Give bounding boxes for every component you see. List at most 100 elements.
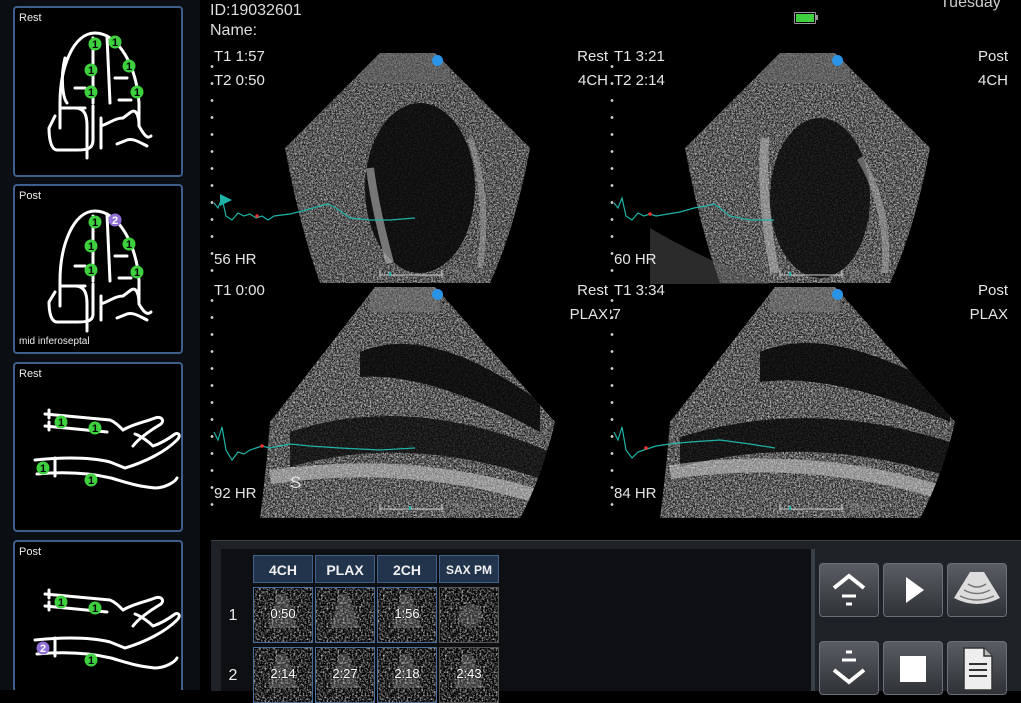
play-icon — [906, 577, 924, 603]
score-card-post-4ch[interactable]: Post mid inferoseptal 1 2 1 1 1 1 — [13, 184, 183, 354]
t2-time: T2 0:50 — [214, 72, 265, 89]
echo-image-4ch — [613, 53, 930, 284]
row-number: 2 — [228, 667, 238, 684]
clip-time: 0:50 — [270, 606, 296, 621]
echo-image-plax — [213, 287, 555, 518]
depth-scale — [610, 58, 614, 278]
down-icon — [832, 650, 866, 685]
heart-rate: 84 HR — [614, 485, 657, 502]
battery-icon — [794, 12, 818, 24]
thumbnail-clip[interactable]: 2:18 — [377, 647, 437, 703]
segment-score: 1 — [134, 87, 140, 99]
segment-score: 1 — [126, 61, 132, 73]
clip-time: 2:43 — [456, 666, 482, 681]
thumbnail-clip[interactable]: 2:14 — [253, 647, 313, 703]
segment-score: 2 — [40, 643, 46, 655]
frame-counter: 7/31 — [450, 267, 476, 282]
stage-label: Post — [977, 282, 1008, 299]
heart-rate: 56 HR — [214, 251, 257, 268]
sidebar: Rest 1 1 1 1 1 1 Post mid inferoseptal 1… — [0, 0, 200, 690]
segment-score: 1 — [88, 655, 94, 667]
thumbnail-clip[interactable] — [315, 587, 375, 643]
clip-time: 2:18 — [394, 666, 420, 681]
echo-quad-post-plax[interactable]: T1 3:34 T2 2:27 Post PLAX 84 HR 5/24 — [610, 282, 1010, 518]
t1-time: T1 0:00 — [214, 282, 265, 299]
view-label: 4CH — [577, 72, 608, 89]
previous-stage-button[interactable] — [819, 563, 879, 617]
echo-quad-rest-plax[interactable]: T1 0:00 Rest PLAX 92 HR S 7/29 — [210, 282, 610, 518]
segment-score: 1 — [40, 463, 46, 475]
segment-score: 2 — [112, 215, 118, 227]
tab-plax[interactable]: PLAX — [315, 555, 375, 583]
frame-counter: 7/29 — [450, 501, 476, 516]
t1-time: T1 1:57 — [214, 48, 265, 65]
segment-score: 1 — [126, 239, 132, 251]
segment-score: 1 — [92, 603, 98, 615]
row-number: 1 — [228, 607, 238, 624]
segment-score: 1 — [88, 87, 94, 99]
clip-time: 2:27 — [332, 666, 358, 681]
segment-score: 1 — [58, 597, 64, 609]
echo-quad-post-4ch[interactable]: T1 3:21 T2 2:14 Post 4CH 60 HR 6/25 — [610, 48, 1010, 284]
bottom-panel: 4CH PLAX 2CH SAX PM 1 2 0:50 1:56 2:14 2… — [211, 540, 1021, 703]
echo-image-plax — [613, 287, 955, 518]
thumbnail-clip[interactable]: 2:43 — [439, 647, 499, 703]
depth-scale — [210, 58, 214, 278]
thumbnail-clip[interactable]: 2:27 — [315, 647, 375, 703]
next-stage-button[interactable] — [819, 641, 879, 695]
septum-marker: S — [290, 473, 302, 492]
play-button[interactable] — [883, 563, 943, 617]
thumbnail-clip[interactable]: 1:56 — [377, 587, 437, 643]
frame-counter: 5/24 — [850, 501, 876, 516]
four-chamber-diagram: 1 1 1 1 1 1 — [47, 31, 153, 160]
stage-label: Post — [977, 48, 1008, 65]
score-card-rest-4ch[interactable]: Rest 1 1 1 1 1 1 — [13, 6, 183, 177]
segment-score: 1 — [88, 65, 94, 77]
echo-quad-rest-4ch[interactable]: T1 1:57 T2 0:50 Rest 4CH 56 HR 7/31 — [210, 48, 610, 284]
thumbnail-clip[interactable]: 0:50 — [253, 587, 313, 643]
segment-score: 1 — [88, 475, 94, 487]
orientation-marker-icon — [832, 289, 843, 300]
t1-time: T1 3:21 — [614, 48, 665, 65]
tab-4ch[interactable]: 4CH — [253, 555, 313, 583]
frame-counter: 6/25 — [850, 267, 876, 282]
stop-icon — [900, 656, 926, 682]
segment-score: 1 — [92, 39, 98, 51]
thumbnail-grid: 4CH PLAX 2CH SAX PM 1 2 0:50 1:56 2:14 2… — [221, 549, 811, 703]
echo-image-4ch — [213, 53, 530, 283]
stop-button[interactable] — [883, 641, 943, 695]
report-icon — [963, 647, 993, 691]
plax-diagram: 1 1 2 1 — [33, 588, 181, 670]
patient-id: ID:19032601 — [210, 2, 302, 19]
clip-time: 1:56 — [394, 606, 420, 621]
view-label: 4CH — [977, 72, 1008, 89]
probe-button[interactable] — [947, 563, 1007, 617]
view-label: PLAX — [969, 306, 1008, 323]
depth-scale — [210, 292, 214, 512]
tab-sax-pm[interactable]: SAX PM — [439, 555, 499, 583]
thumbnail-clip[interactable] — [439, 587, 499, 643]
heart-rate: 60 HR — [614, 251, 657, 268]
stage-label: Rest — [577, 282, 608, 299]
tab-2ch[interactable]: 2CH — [377, 555, 437, 583]
segment-score: 1 — [88, 265, 94, 277]
orientation-marker-icon — [432, 55, 443, 66]
t2-time: T2 2:14 — [614, 72, 665, 89]
t1-time: T1 3:34 — [614, 282, 665, 299]
segment-score: 1 — [112, 37, 118, 49]
report-button[interactable] — [947, 641, 1007, 695]
depth-scale — [610, 292, 614, 512]
score-card-rest-plax[interactable]: Rest 1 1 1 1 — [13, 362, 183, 532]
patient-name-label: Name: — [210, 22, 258, 39]
clip-time: 2:14 — [270, 666, 296, 681]
view-label: PLAX — [569, 306, 608, 323]
segment-score: 1 — [92, 423, 98, 435]
stage-label: Rest — [577, 48, 608, 65]
plax-diagram: 1 1 1 1 — [33, 408, 181, 490]
score-card-post-plax[interactable]: Post 1 1 2 1 — [13, 540, 183, 690]
t2-time: T2 2:27 — [610, 306, 621, 323]
segment-score: 1 — [58, 417, 64, 429]
four-chamber-diagram: 1 2 1 1 1 1 — [47, 209, 153, 333]
up-icon — [832, 573, 866, 606]
segment-score: 1 — [134, 267, 140, 279]
